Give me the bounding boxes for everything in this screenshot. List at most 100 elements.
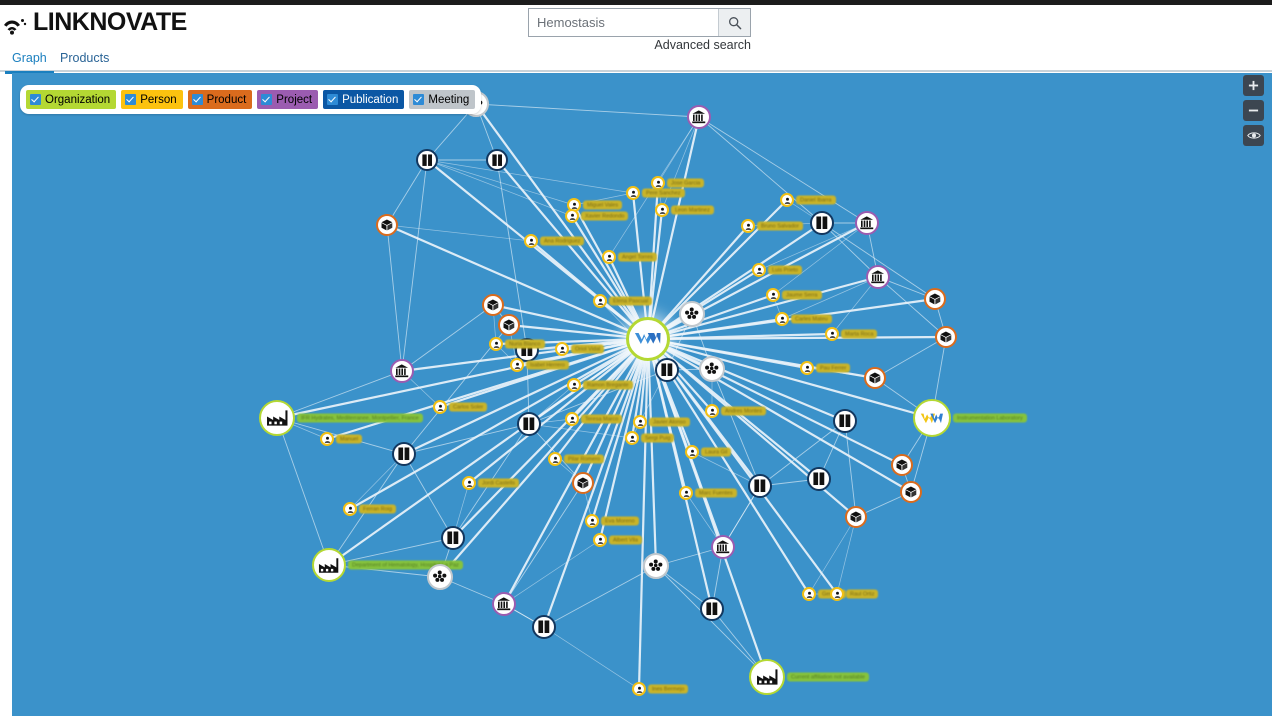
checkbox-product[interactable]: [191, 94, 203, 105]
graph-node-n3[interactable]: Department of Hematology, Hospital La Pa…: [312, 548, 463, 582]
graph-node-p2[interactable]: Pere Sanchez: [626, 186, 685, 200]
graph-node-p14[interactable]: Elena Pascual: [593, 294, 653, 308]
advanced-search-link[interactable]: Advanced search: [528, 38, 751, 52]
graph-node-p20[interactable]: Carlos Soler: [433, 400, 488, 414]
graph-node-n10[interactable]: [855, 211, 879, 235]
graph-node-n24[interactable]: [833, 409, 857, 433]
box-icon: [869, 372, 881, 384]
visibility-toggle-button[interactable]: [1243, 125, 1264, 146]
graph-node-p27[interactable]: Pilar Romero: [548, 452, 605, 466]
checkbox-organization[interactable]: [30, 94, 41, 105]
search-button[interactable]: [718, 9, 750, 36]
zoom-in-button[interactable]: [1243, 75, 1264, 96]
graph-node-n15[interactable]: [376, 214, 398, 236]
graph-node-p18[interactable]: Isabel Herrero: [510, 358, 569, 372]
graph-node-n26[interactable]: [900, 481, 922, 503]
graph-node-n35[interactable]: [492, 592, 516, 616]
graph-node-p34[interactable]: Raul Ortiz: [830, 587, 879, 601]
legend-item-product[interactable]: Product: [187, 90, 253, 109]
graph-node-p6[interactable]: Bruno Salvador: [741, 219, 803, 233]
graph-node-p19[interactable]: Ramon Bregante: [567, 378, 633, 392]
graph-node-p1[interactable]: Jose Garcia: [651, 176, 705, 190]
node-label-p11: Jaume Serra: [782, 290, 822, 300]
brand-logo[interactable]: LINKNOVATE: [2, 8, 187, 37]
graph-node-p9[interactable]: Angel Torres: [602, 250, 657, 264]
graph-node-p12[interactable]: Carles Mateu: [775, 312, 832, 326]
graph-node-p11[interactable]: Jaume Serra: [766, 288, 822, 302]
graph-node-n13[interactable]: [935, 326, 957, 348]
graph-node-n27[interactable]: [845, 506, 867, 528]
graph-node-n31[interactable]: [711, 535, 735, 559]
legend-item-project[interactable]: Project: [257, 90, 319, 109]
graph-node-p17[interactable]: Nuria Blanco: [489, 337, 545, 351]
graph-node-p24[interactable]: Javier Alonso: [633, 415, 690, 429]
graph-node-n32[interactable]: [643, 553, 669, 579]
graph-node-p16[interactable]: Oriol Vidal: [555, 342, 605, 356]
graph-node-n5[interactable]: [416, 149, 438, 171]
graph-node-n23[interactable]: [699, 356, 725, 382]
graph-node-n18[interactable]: [390, 359, 414, 383]
graph-node-p32[interactable]: Albert Vila: [593, 533, 642, 547]
graph-node-n4[interactable]: Current affiliation not available: [749, 659, 869, 695]
tab-graph[interactable]: Graph: [5, 51, 54, 74]
graph-node-p21[interactable]: Andres Montes: [705, 404, 766, 418]
legend-item-meeting[interactable]: Meeting: [409, 90, 476, 109]
person-icon: [637, 419, 643, 426]
graph-node-n34[interactable]: [427, 564, 453, 590]
graph-node-p28[interactable]: Jordi Castells: [462, 476, 520, 490]
graph-node-p26[interactable]: Laura Gil: [685, 445, 732, 459]
graph-node-n17[interactable]: [498, 314, 520, 336]
legend-item-publication[interactable]: Publication: [323, 90, 405, 109]
person-icon: [597, 298, 603, 305]
legend-label-organization: Organization: [45, 93, 111, 106]
graph-node-n36[interactable]: [532, 615, 556, 639]
legend-item-person[interactable]: Person: [121, 90, 183, 109]
graph-node-n2[interactable]: IFR Hydrates, Mediterranee, Montpellier,…: [259, 400, 423, 436]
checkbox-person[interactable]: [125, 94, 137, 105]
graph-node-p10[interactable]: Luis Prieto: [752, 263, 802, 277]
legend-item-organization[interactable]: Organization: [26, 90, 117, 109]
graph-node-p23[interactable]: Teresa Marco: [565, 412, 623, 426]
graph-node-n21[interactable]: [655, 358, 679, 382]
graph-node-p5[interactable]: Daniel Ibarra: [780, 193, 836, 207]
graph-node-n0[interactable]: [626, 317, 670, 361]
checkbox-publication[interactable]: [327, 94, 339, 105]
graph-node-p22[interactable]: Manuel: [320, 432, 363, 446]
person-icon: [528, 238, 534, 245]
graph-node-n22[interactable]: [679, 301, 705, 327]
graph-node-p33[interactable]: Gemma: [802, 587, 846, 601]
graph-canvas[interactable]: Instrumentation Laboratory IFR Hydrates,…: [12, 73, 1272, 716]
graph-node-p29[interactable]: Marc Fuentes: [679, 486, 737, 500]
graph-node-n6[interactable]: [486, 149, 508, 171]
graph-node-p7[interactable]: Ana Rodriguez: [524, 234, 585, 248]
graph-node-n16[interactable]: [482, 294, 504, 316]
zoom-out-button[interactable]: [1243, 100, 1264, 121]
graph-node-n8[interactable]: [687, 105, 711, 129]
tab-products[interactable]: Products: [60, 51, 109, 72]
graph-node-p25[interactable]: Sergi Puig: [625, 431, 675, 445]
graph-node-n12[interactable]: [924, 288, 946, 310]
graph-legend: Organization Person Product Project Publicat…: [20, 85, 482, 114]
graph-node-p3[interactable]: Leon Martinez: [655, 203, 714, 217]
checkbox-project[interactable]: [261, 94, 273, 105]
graph-node-n33[interactable]: [441, 526, 465, 550]
factory-icon: [266, 410, 288, 426]
graph-node-p31[interactable]: Eva Moreno: [585, 514, 639, 528]
graph-node-n37[interactable]: [700, 597, 724, 621]
graph-node-n25[interactable]: [891, 454, 913, 476]
graph-node-p35[interactable]: Ines Bermejo: [632, 682, 689, 696]
checkbox-meeting[interactable]: [413, 94, 425, 105]
graph-node-p13[interactable]: Marta Roca: [825, 327, 878, 341]
graph-node-n11[interactable]: [866, 265, 890, 289]
graph-node-n14[interactable]: [864, 367, 886, 389]
graph-node-n28[interactable]: [807, 467, 831, 491]
graph-node-n9[interactable]: [810, 211, 834, 235]
graph-node-n1[interactable]: Instrumentation Laboratory: [913, 399, 1027, 437]
graph-node-n20[interactable]: [517, 412, 541, 436]
graph-node-p30[interactable]: Ferran Roig: [343, 502, 397, 516]
graph-node-n29[interactable]: [572, 472, 594, 494]
graph-node-n19[interactable]: [392, 442, 416, 466]
graph-node-n30[interactable]: [748, 474, 772, 498]
graph-node-p8[interactable]: Xavier Redondo: [565, 209, 629, 223]
graph-node-p15[interactable]: Pau Ferrer: [800, 361, 851, 375]
